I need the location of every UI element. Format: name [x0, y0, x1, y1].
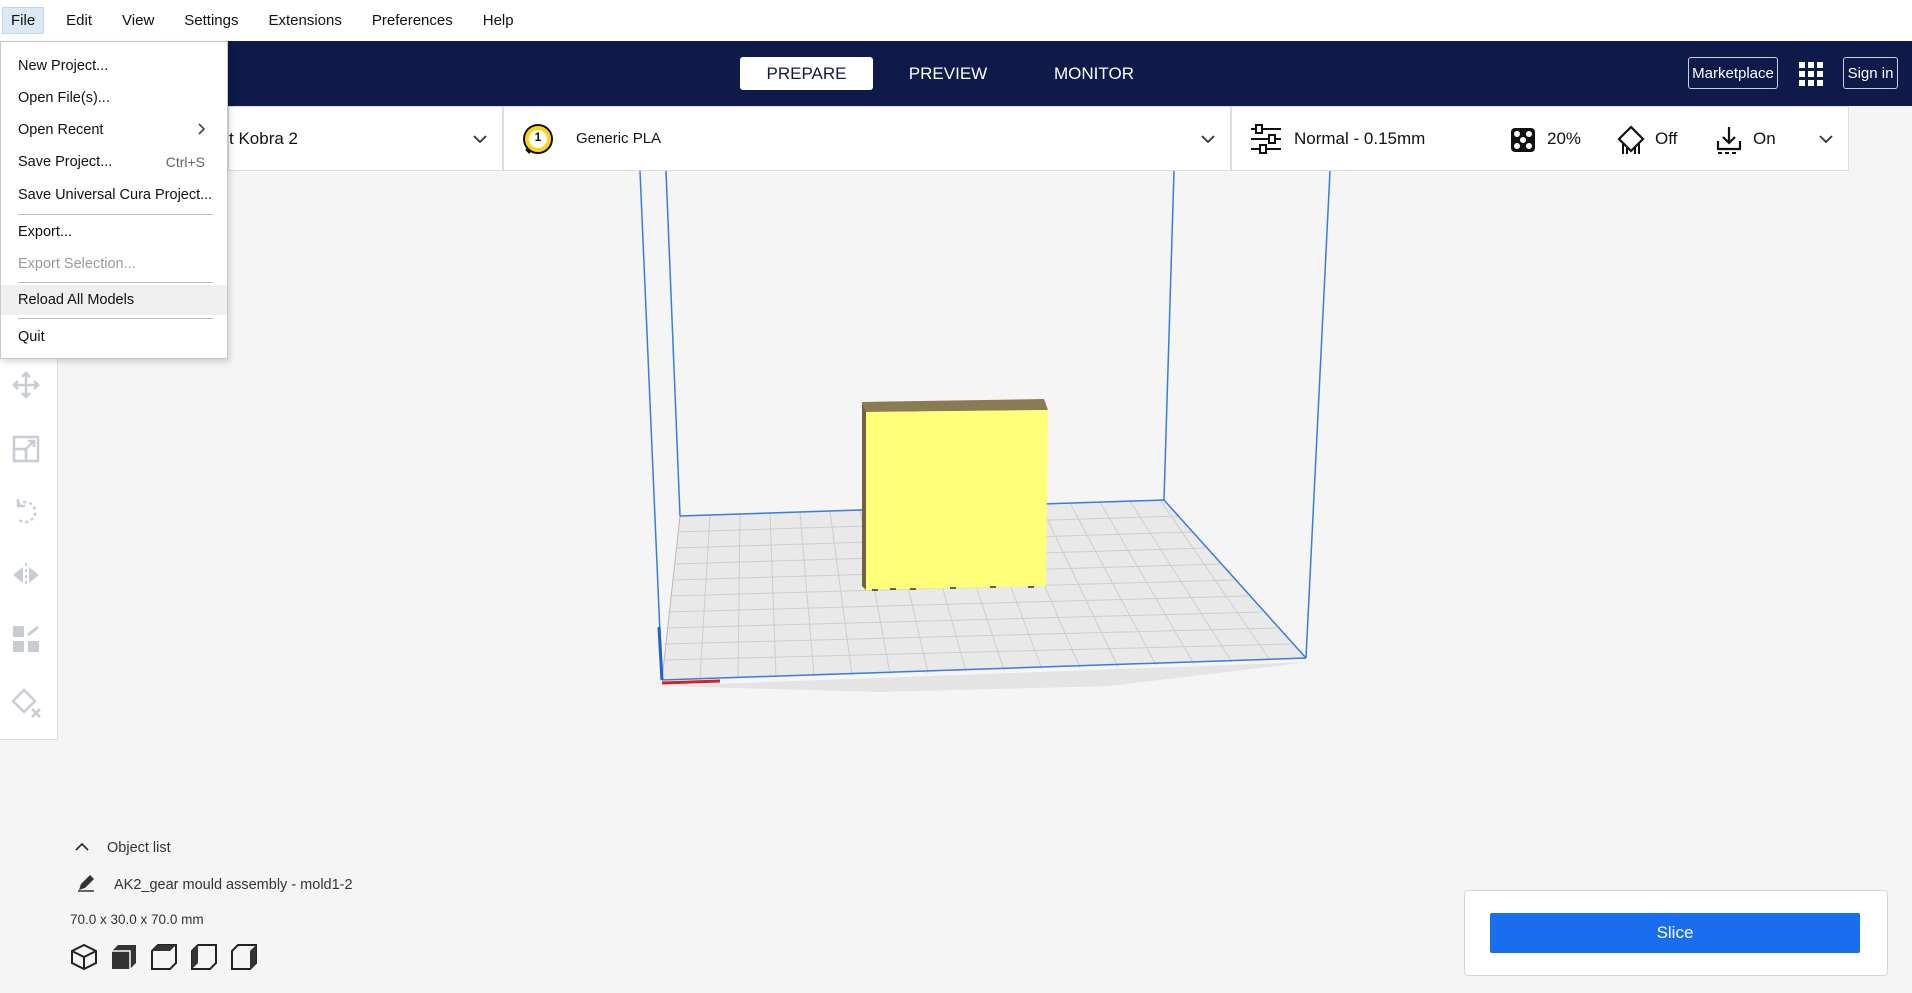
support-blocker-icon[interactable] [10, 687, 42, 719]
menu-item-shortcut: Ctrl+S [165, 154, 205, 170]
menu-item-export-selection: Export Selection... [1, 249, 227, 279]
menu-help[interactable]: Help [475, 8, 522, 33]
menu-item-quit[interactable]: Quit [1, 322, 227, 352]
app-header: a PREPARE PREVIEW MONITOR Marketplace Si… [0, 41, 1912, 106]
tab-monitor[interactable]: MONITOR [1040, 57, 1148, 90]
left-toolbar [0, 300, 58, 740]
object-list-item[interactable]: AK2_gear mould assembly - mold1-2 [70, 874, 353, 896]
sign-in-button[interactable]: Sign in [1843, 57, 1898, 89]
menu-item-open-recent[interactable]: Open Recent [1, 115, 227, 145]
chevron-down-icon [473, 131, 487, 147]
view-3d-icon[interactable] [70, 943, 98, 971]
infill-value: 20% [1547, 128, 1582, 148]
object-name: AK2_gear mould assembly - mold1-2 [114, 877, 353, 893]
menu-item-label: Save Project... [18, 154, 113, 170]
scale-tool-icon[interactable] [10, 433, 42, 465]
menubar: File Edit View Settings Extensions Prefe… [0, 0, 1912, 41]
object-dimensions: 70.0 x 30.0 x 70.0 mm [70, 912, 204, 927]
menu-settings[interactable]: Settings [176, 8, 246, 33]
menu-item-new-project[interactable]: New Project... [1, 51, 227, 81]
object-list-title: Object list [107, 840, 171, 856]
adhesion-icon [1715, 125, 1743, 160]
material-selector[interactable]: 1 Generic PLA [503, 106, 1231, 171]
menu-item-export[interactable]: Export... [1, 217, 227, 247]
support-value: Off [1655, 128, 1678, 148]
menu-item-label: Quit [18, 329, 45, 345]
menu-item-label: Open Recent [18, 122, 104, 138]
slice-button[interactable]: Slice [1490, 913, 1860, 953]
infill-icon [1510, 127, 1536, 158]
chevron-right-icon [197, 122, 206, 138]
menu-preferences[interactable]: Preferences [364, 8, 461, 33]
view-right-icon[interactable] [230, 943, 258, 971]
extruder-badge-icon: 1 [522, 123, 554, 155]
pencil-icon [77, 874, 95, 896]
chevron-down-icon [1819, 131, 1833, 147]
menu-item-save-project[interactable]: Save Project... Ctrl+S [1, 147, 227, 177]
view-left-icon[interactable] [190, 943, 218, 971]
extruder-number: 1 [534, 130, 542, 144]
menu-item-label: New Project... [18, 58, 109, 74]
per-model-settings-icon[interactable] [10, 623, 42, 655]
tab-prepare[interactable]: PREPARE [740, 57, 873, 90]
rotate-tool-icon[interactable] [10, 495, 42, 527]
view-top-icon[interactable] [150, 943, 178, 971]
menu-item-label: Reload All Models [18, 292, 135, 308]
print-settings-selector[interactable]: Normal - 0.15mm 20% Off On [1231, 106, 1849, 171]
object-list-panel: Object list AK2_gear mould assembly - mo… [70, 840, 353, 971]
adhesion-value: On [1753, 128, 1776, 148]
menu-view[interactable]: View [114, 8, 162, 33]
menu-item-label: Export... [18, 224, 72, 240]
chevron-down-icon [1201, 131, 1215, 147]
menu-extensions[interactable]: Extensions [260, 8, 349, 33]
settings-sliders-icon [1250, 124, 1282, 159]
material-name: Generic PLA [576, 130, 662, 147]
view-front-icon[interactable] [110, 943, 138, 971]
move-tool-icon[interactable] [10, 369, 42, 401]
menu-file[interactable]: File [2, 7, 45, 34]
file-menu-dropdown: New Project... Open File(s)... Open Rece… [0, 41, 228, 359]
menu-item-reload-all-models[interactable]: Reload All Models [1, 285, 227, 315]
menu-separator [18, 282, 213, 283]
camera-views [70, 943, 353, 971]
apps-grid-icon[interactable] [1798, 61, 1824, 87]
menu-item-save-universal-project[interactable]: Save Universal Cura Project... [1, 180, 227, 210]
menu-item-label: Save Universal Cura Project... [18, 187, 213, 203]
marketplace-button[interactable]: Marketplace [1688, 57, 1778, 89]
menu-separator [18, 214, 213, 215]
support-icon [1617, 125, 1645, 160]
menu-item-label: Export Selection... [18, 256, 136, 272]
mirror-tool-icon[interactable] [10, 559, 42, 591]
chevron-up-icon [75, 840, 89, 856]
printer-selector[interactable]: t Kobra 2 [228, 106, 503, 171]
printer-name: t Kobra 2 [229, 128, 298, 148]
profile-name: Normal - 0.15mm [1294, 128, 1426, 148]
menu-item-open-files[interactable]: Open File(s)... [1, 83, 227, 113]
object-list-header[interactable]: Object list [70, 840, 353, 856]
tab-preview[interactable]: PREVIEW [892, 57, 1004, 90]
action-panel: Slice [1464, 890, 1888, 976]
menu-item-label: Open File(s)... [18, 90, 110, 106]
menu-separator [18, 318, 213, 319]
menu-edit[interactable]: Edit [58, 8, 100, 33]
